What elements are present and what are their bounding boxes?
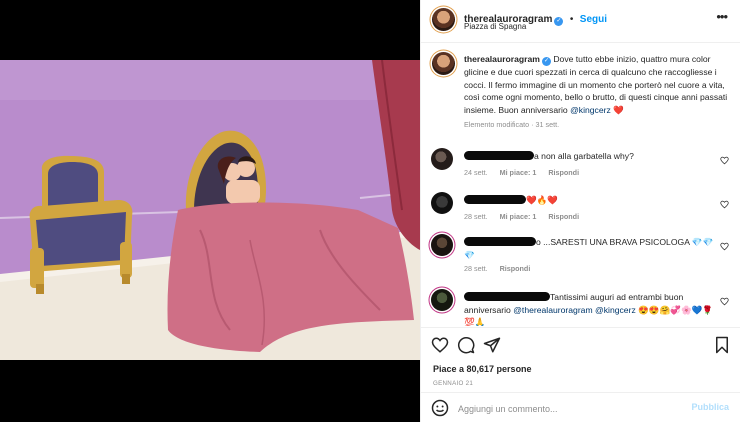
like-comment-icon[interactable] xyxy=(720,156,729,165)
comment-input[interactable] xyxy=(458,402,678,415)
verified-badge-icon: ✓ xyxy=(541,57,551,66)
commenter-avatar[interactable] xyxy=(431,289,453,311)
share-paper-plane-icon[interactable] xyxy=(483,336,501,354)
redacted-username xyxy=(464,151,534,160)
commenter-avatar[interactable] xyxy=(431,192,453,214)
post-header: therealauroragram ✓ • Segui Piazza di Spa… xyxy=(421,0,740,43)
likes-count[interactable]: Piace a 80,617 persone xyxy=(433,364,532,374)
comment-meta: 24 sett. Mi piace: 1 Rispondi xyxy=(464,168,579,177)
follow-button[interactable]: Segui xyxy=(580,14,607,25)
comment-likes[interactable]: Mi piace: 1 xyxy=(500,212,537,221)
comment-bubble-icon[interactable] xyxy=(457,336,475,354)
post-date: GENNAIO 21 xyxy=(433,380,474,387)
comment-mention[interactable]: @therealauroragram xyxy=(513,305,592,315)
like-heart-icon[interactable] xyxy=(431,336,449,354)
author-avatar[interactable] xyxy=(432,8,455,31)
post-illustration xyxy=(0,60,420,360)
comment-meta: 28 sett. Rispondi xyxy=(464,264,530,273)
like-comment-icon[interactable] xyxy=(720,242,729,251)
comment-meta: 28 sett. Mi piace: 1 Rispondi xyxy=(464,212,579,221)
comment-text-line: a non alla garbatella why? xyxy=(464,150,714,163)
caption-mention[interactable]: @kingcerz xyxy=(570,105,611,115)
redacted-username xyxy=(464,195,526,204)
verified-badge-icon: ✓ xyxy=(554,17,564,26)
emoji-smiley-icon[interactable] xyxy=(431,399,449,417)
post-caption: therealauroragram ✓ Dove tutto ebbe inizi… xyxy=(464,53,732,132)
reply-button[interactable]: Rispondi xyxy=(500,264,531,273)
redacted-username xyxy=(464,292,550,301)
commenter-avatar[interactable] xyxy=(431,148,453,170)
post-actions: Piace a 80,617 persone GENNAIO 21 Pubbli… xyxy=(421,327,740,422)
comment-text-line: o ...SARESTI UNA BRAVA PSICOLOGA 💎💎💎 xyxy=(464,236,714,261)
post-location[interactable]: Piazza di Spagna xyxy=(464,22,526,31)
reply-button[interactable]: Rispondi xyxy=(548,168,579,177)
comment-time: 28 sett. xyxy=(464,264,488,273)
post-sidebar: therealauroragram ✓ • Segui Piazza di Spa… xyxy=(420,0,740,422)
save-bookmark-icon[interactable] xyxy=(713,336,731,354)
comment-text-line: ❤️🔥❤️ xyxy=(464,194,714,207)
post-media[interactable] xyxy=(0,0,420,422)
separator-dot: • xyxy=(569,14,574,25)
publish-button[interactable]: Pubblica xyxy=(691,402,729,412)
comment-time: 28 sett. xyxy=(464,212,488,221)
caption-username[interactable]: therealauroragram xyxy=(464,54,540,64)
commenter-avatar[interactable] xyxy=(431,234,453,256)
comment-text: a non alla garbatella why? xyxy=(534,151,634,161)
caption-avatar[interactable] xyxy=(432,52,455,75)
comment-time: 24 sett. xyxy=(464,168,488,177)
comment-text: ❤️🔥❤️ xyxy=(526,195,559,205)
more-options-icon[interactable]: ••• xyxy=(716,9,728,24)
caption-emoji: ❤️ xyxy=(613,104,624,115)
comments-scroll-area[interactable]: therealauroragram ✓ Dove tutto ebbe inizi… xyxy=(421,44,740,326)
like-comment-icon[interactable] xyxy=(720,200,729,209)
add-comment-bar: Pubblica xyxy=(421,392,740,422)
comment-mention[interactable]: @kingcerz xyxy=(595,305,636,315)
comment-likes[interactable]: Mi piace: 1 xyxy=(500,168,537,177)
reply-button[interactable]: Rispondi xyxy=(548,212,579,221)
caption-meta: Elemento modificato · 31 sett. xyxy=(464,120,560,129)
comment-text-line: Tantissimi auguri ad entrambi buon anniv… xyxy=(464,291,714,326)
redacted-username xyxy=(464,237,536,246)
like-comment-icon[interactable] xyxy=(720,297,729,306)
